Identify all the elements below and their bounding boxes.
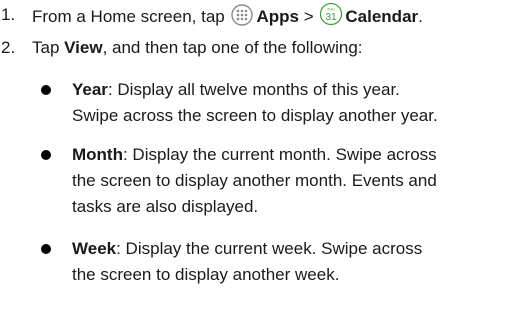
bullet-line: Swipe across the screen to display anoth… (72, 106, 438, 125)
calendar-icon-date: 31 (326, 12, 338, 23)
step-1-text: From a Home screen, tap Apps > THU 31 Ca… (32, 2, 423, 34)
bullet-line: tasks are also displayed. (72, 197, 259, 216)
calendar-icon: THU 31 (320, 2, 343, 34)
view-label: View (64, 38, 103, 57)
apps-icon (231, 4, 254, 34)
step-2-suffix: , and then tap one of the following: (102, 38, 363, 57)
calendar-icon-day: THU (327, 7, 335, 12)
bullet-dot (41, 244, 51, 254)
bullet-term: Month (72, 145, 123, 164)
bullet-week-text: Week: Display the current week. Swipe ac… (72, 236, 522, 288)
calendar-label: Calendar (345, 7, 419, 26)
step-2-prefix: Tap (32, 38, 65, 57)
bullet-year-text: Year: Display all twelve months of this … (72, 77, 522, 129)
step-2-text: Tap View, and then tap one of the follow… (32, 35, 363, 61)
step-2-number: 2. (1, 38, 16, 57)
bullet-line: the screen to display another month. Eve… (72, 171, 437, 190)
bullet-dot (41, 150, 51, 160)
bullet-term: Year (72, 80, 108, 99)
bullet-line: : Display the current month. Swipe acros… (122, 145, 437, 164)
bullet-line: : Display all twelve months of this year… (107, 80, 400, 99)
breadcrumb-separator: > (303, 7, 314, 26)
bullet-line: the screen to display another week. (72, 265, 340, 284)
step-1-number: 1. (1, 5, 16, 24)
bullet-term: Week (72, 239, 117, 258)
step-1-prefix: From a Home screen, tap (32, 7, 225, 26)
bullet-month-text: Month: Display the current month. Swipe … (72, 142, 522, 220)
apps-label: Apps (256, 7, 299, 26)
instructions-page: 1. From a Home screen, tap Apps > THU 31… (0, 0, 524, 312)
bullet-line: : Display the current week. Swipe across (116, 239, 423, 258)
step-1-period: . (418, 7, 423, 26)
bullet-dot (41, 85, 51, 95)
